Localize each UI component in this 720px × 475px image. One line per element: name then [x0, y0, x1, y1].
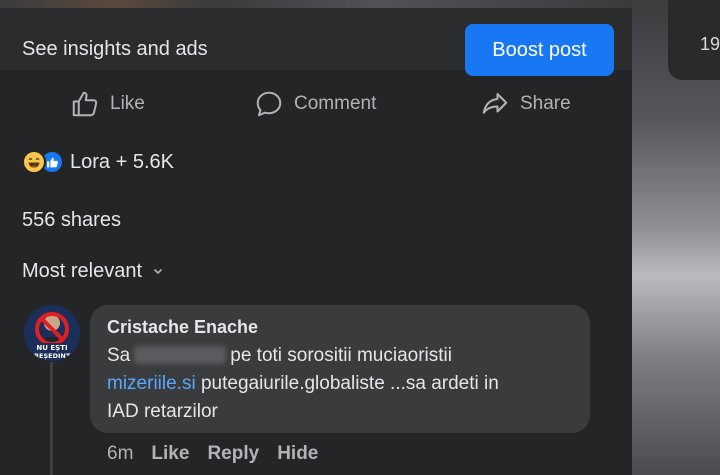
adjacent-card-number: 19 [700, 34, 720, 54]
comment-timestamp[interactable]: 6m [107, 443, 133, 465]
comment-action-label: Comment [294, 93, 377, 114]
redacted-text [134, 346, 227, 364]
comment-action-button[interactable]: Comment [254, 86, 376, 122]
comment-text-line-1: Sa pe toti sorositii muciaoristii [107, 345, 452, 367]
comment-text-line-3: IAD retarzilor [107, 401, 218, 422]
boost-post-button[interactable]: Boost post [465, 24, 614, 76]
comment-author[interactable]: Cristache Enache [107, 317, 258, 338]
comment-reply-button[interactable]: Reply [207, 443, 259, 465]
comment-bubble: Cristache Enache Sa pe toti sorositii muc… [90, 305, 590, 433]
comment-sort-label: Most relevant [22, 260, 143, 282]
share-icon [480, 89, 510, 119]
like-action-label: Like [110, 93, 145, 114]
comment-sort-dropdown[interactable]: Most relevant [22, 260, 164, 283]
comment-text-line2-rest: putegaiurile.globaliste ...sa ardeti in [195, 373, 499, 394]
comment-text-line1-end: pe toti sorositii muciaoristii [230, 345, 452, 366]
comment-meta-row: 6m Like Reply Hide [107, 443, 318, 465]
avatar-caption-line-2: PREȘEDINTE [29, 352, 74, 360]
thumbs-up-icon [70, 89, 100, 119]
comment-icon [254, 89, 284, 119]
post-panel: See insights and ads Boost post Like Com… [0, 0, 632, 475]
share-action-label: Share [520, 93, 571, 114]
chevron-down-icon [152, 260, 164, 283]
comment-link[interactable]: mizeriile.si [107, 373, 196, 394]
like-action-button[interactable]: Like [70, 86, 145, 122]
comment-hide-button[interactable]: Hide [277, 443, 318, 465]
media-preview-strip [0, 0, 632, 8]
comment-like-button[interactable]: Like [151, 443, 189, 465]
comment-text-start: Sa [107, 345, 131, 366]
comment-thread-line [50, 362, 53, 475]
commenter-avatar[interactable]: NU EȘTI PREȘEDINTE [24, 305, 80, 361]
reaction-summary[interactable]: Lora + 5.6K [22, 148, 174, 176]
haha-reaction-icon [22, 150, 46, 174]
share-count[interactable]: 556 shares [22, 209, 121, 232]
share-action-button[interactable]: Share [480, 86, 571, 122]
comment-text-line-2: mizeriile.si putegaiurile.globaliste ...… [107, 373, 499, 395]
see-insights-link[interactable]: See insights and ads [22, 38, 208, 61]
avatar-caption-line-1: NU EȘTI [36, 344, 67, 352]
reaction-count: Lora + 5.6K [70, 150, 174, 173]
